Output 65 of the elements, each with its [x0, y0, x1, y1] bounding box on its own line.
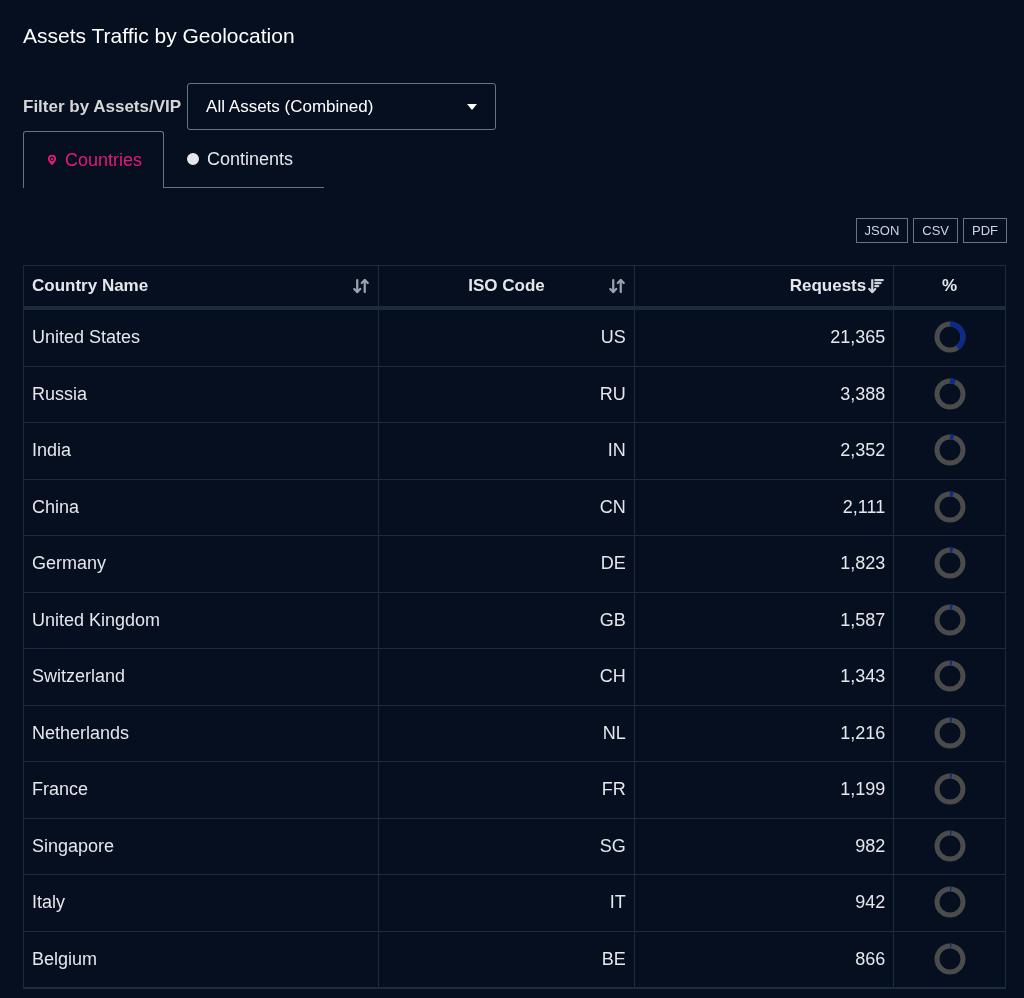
table-cell: BE — [379, 931, 635, 987]
table-cell: China — [24, 479, 380, 535]
table-cell: IN — [379, 423, 635, 479]
filter-label: Filter by Assets/VIP — [23, 95, 182, 118]
sort-icon[interactable] — [352, 277, 371, 295]
table-cell: IT — [379, 875, 635, 931]
donut-chart-icon — [932, 715, 967, 750]
table-cell: United Kingdom — [24, 592, 380, 648]
donut-chart-icon — [932, 489, 967, 524]
donut-chart-icon — [932, 659, 967, 693]
table-cell: 982 — [634, 818, 895, 874]
table-cell: US — [379, 310, 635, 366]
table-cell: 1,199 — [634, 762, 895, 818]
table-cell: Italy — [24, 875, 380, 931]
donut-chart-icon — [932, 772, 967, 806]
caret-icon — [467, 103, 478, 110]
table-cell: 1,343 — [634, 649, 895, 705]
table-cell: NL — [379, 705, 635, 761]
column-header[interactable]: % — [894, 266, 1005, 306]
table-cell: Germany — [24, 536, 380, 592]
table-cell: 1,216 — [634, 705, 895, 761]
table-cell: Netherlands — [24, 705, 380, 761]
table-cell: 866 — [634, 931, 895, 987]
export-button[interactable]: JSON — [855, 218, 909, 243]
map-pin-icon — [45, 153, 59, 167]
donut-chart-icon — [932, 828, 967, 863]
donut-chart-icon — [932, 546, 967, 580]
table-cell: Switzerland — [24, 649, 380, 705]
table-cell: Singapore — [24, 818, 380, 874]
table-cell: Russia — [24, 366, 380, 422]
asset-filter-dropdown[interactable]: All Assets (Combined) — [187, 83, 497, 130]
table-cell: 2,352 — [634, 423, 895, 479]
donut-chart-icon — [932, 376, 967, 411]
table-cell: SG — [379, 818, 635, 874]
export-button[interactable]: CSV — [913, 218, 958, 243]
table-cell: CN — [379, 479, 635, 535]
table-cell: United States — [24, 310, 380, 366]
table-cell: RU — [379, 366, 635, 422]
table-cell: 1,587 — [634, 592, 895, 648]
column-header[interactable]: Country Name — [24, 266, 380, 306]
tab[interactable]: Continents — [164, 131, 315, 187]
table-cell: CH — [379, 649, 635, 705]
donut-chart-icon — [932, 941, 967, 976]
table-cell: France — [24, 762, 380, 818]
tab[interactable]: Countries — [23, 131, 165, 188]
donut-chart-icon — [932, 602, 967, 637]
donut-chart-icon — [932, 885, 967, 919]
table-cell: Belgium — [24, 931, 380, 987]
table-cell: DE — [379, 536, 635, 592]
table-cell: FR — [379, 762, 635, 818]
column-header[interactable]: ISO Code — [379, 266, 635, 306]
table-cell: 2,111 — [634, 479, 895, 535]
table-cell: India — [24, 423, 380, 479]
table-cell: 942 — [634, 875, 895, 931]
sort-descending-icon[interactable] — [867, 277, 886, 295]
page-title: Assets Traffic by Geolocation — [23, 23, 296, 49]
table-cell: 21,365 — [634, 310, 895, 366]
column-header[interactable]: Requests — [634, 266, 895, 306]
donut-chart-icon — [932, 320, 967, 354]
export-button[interactable]: PDF — [963, 218, 1007, 243]
table-cell: GB — [379, 592, 635, 648]
donut-chart-icon — [932, 433, 967, 467]
table-cell: 1,823 — [634, 536, 895, 592]
table-cell: 3,388 — [634, 366, 895, 422]
sort-icon[interactable] — [607, 277, 626, 295]
